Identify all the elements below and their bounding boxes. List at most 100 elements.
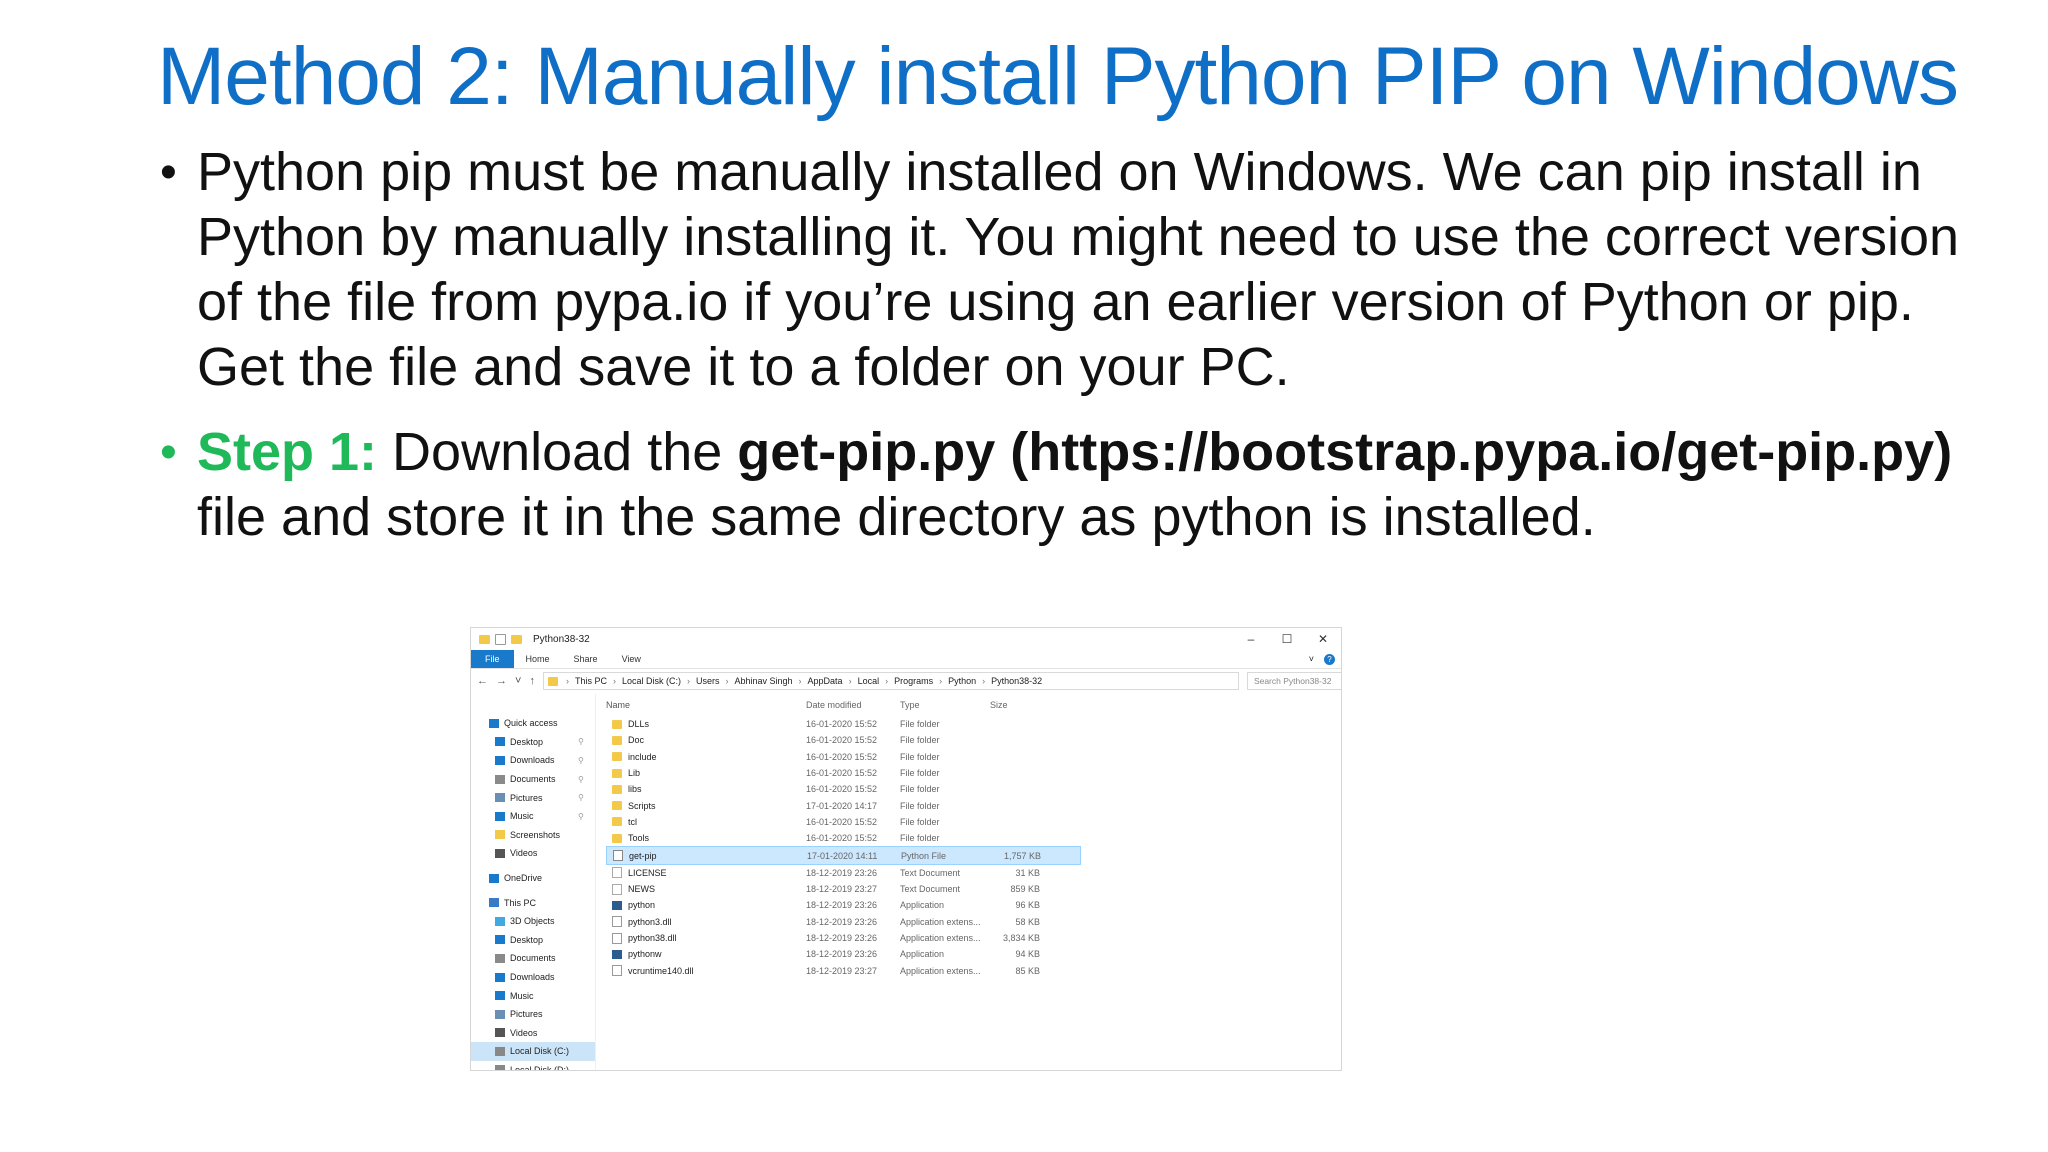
column-headers: Name Date modified Type Size [606, 694, 1341, 716]
breadcrumb-separator[interactable]: › [613, 676, 616, 686]
nav-item[interactable]: Screenshots [471, 826, 595, 845]
file-row[interactable]: DLLs 16-01-2020 15:52 File folder [606, 716, 1341, 732]
nav-icon [489, 718, 499, 728]
minimize-button[interactable]: – [1233, 632, 1269, 646]
nav-item[interactable]: Pictures ⚲ [471, 788, 595, 807]
address-bar[interactable]: › This PC › Local Disk (C:) › Users › Abhinav S… [542, 672, 1239, 690]
column-date-modified[interactable]: Date modified [806, 700, 900, 710]
nav-item-label: Downloads [510, 972, 555, 983]
file-row[interactable]: python38.dll 18-12-2019 23:26 Application … [606, 930, 1341, 946]
file-row[interactable]: get-pip 17-01-2020 14:11 Python File 1,757 … [606, 846, 1081, 865]
file-row[interactable]: tcl 16-01-2020 15:52 File folder [606, 814, 1341, 830]
file-row[interactable]: NEWS 18-12-2019 23:27 Text Document 859 KB [606, 881, 1341, 897]
nav-icon [495, 1009, 505, 1019]
breadcrumb-separator[interactable]: › [982, 676, 985, 686]
tab-share[interactable]: Share [562, 650, 610, 668]
file-row[interactable]: include 16-01-2020 15:52 File folder [606, 749, 1341, 765]
expand-ribbon-icon[interactable]: ˅ [1309, 654, 1314, 664]
column-type[interactable]: Type [900, 700, 990, 710]
file-row[interactable]: Lib 16-01-2020 15:52 File folder [606, 765, 1341, 781]
help-icon[interactable]: ? [1324, 653, 1335, 665]
nav-item[interactable]: Local Disk (C:) [471, 1042, 595, 1061]
properties-icon[interactable] [495, 633, 506, 645]
breadcrumb-separator[interactable]: › [687, 676, 690, 686]
file-row[interactable]: pythonw 18-12-2019 23:26 Application 94 KB [606, 946, 1341, 962]
recent-locations-button[interactable]: ˅ [515, 675, 521, 687]
file-size: 3,834 KB [1002, 933, 1040, 943]
breadcrumb-item[interactable]: This PC [575, 676, 607, 686]
file-type: Text Document [900, 867, 961, 878]
file-row[interactable]: python3.dll 18-12-2019 23:26 Application e… [606, 914, 1341, 930]
nav-item[interactable]: Videos [471, 1024, 595, 1043]
file-name-cell: include [606, 752, 806, 762]
nav-item[interactable]: Videos [471, 844, 595, 863]
breadcrumb-item[interactable]: Local [858, 676, 880, 686]
nav-item[interactable]: Music [471, 986, 595, 1005]
nav-item[interactable]: Documents [471, 949, 595, 968]
breadcrumb-separator[interactable]: › [939, 676, 942, 686]
nav-item[interactable]: Downloads [471, 968, 595, 987]
nav-item[interactable]: Downloads ⚲ [471, 751, 595, 770]
up-button[interactable]: ↑ [529, 675, 535, 687]
file-type: File folder [900, 735, 940, 746]
new-folder-icon[interactable] [511, 634, 522, 644]
breadcrumb-item[interactable]: Python38-32 [991, 676, 1042, 686]
file-row[interactable]: Tools 16-01-2020 15:52 File folder [606, 830, 1341, 846]
breadcrumb-separator[interactable]: › [725, 676, 728, 686]
breadcrumb-item[interactable]: Local Disk (C:) [622, 676, 681, 686]
folder-icon [612, 784, 622, 794]
folder-icon [612, 735, 622, 745]
breadcrumb-separator[interactable]: › [799, 676, 802, 686]
breadcrumb-item[interactable]: Users [696, 676, 720, 686]
search-input[interactable]: Search Python38-32 [1246, 672, 1341, 690]
file-name: DLLs [628, 719, 650, 730]
maximize-button[interactable]: ☐ [1269, 632, 1305, 646]
nav-icon [495, 972, 505, 982]
pin-icon: ⚲ [578, 793, 584, 803]
breadcrumb-item[interactable]: Python [948, 676, 976, 686]
column-size[interactable]: Size [990, 700, 1040, 710]
nav-item[interactable]: This PC [471, 893, 595, 912]
nav-item[interactable]: OneDrive [471, 869, 595, 888]
nav-item[interactable]: Local Disk (D:) [471, 1061, 595, 1070]
file-row[interactable]: Doc 16-01-2020 15:52 File folder [606, 732, 1341, 748]
nav-item[interactable]: Pictures [471, 1005, 595, 1024]
file-row[interactable]: Scripts 17-01-2020 14:17 File folder [606, 797, 1341, 813]
close-button[interactable]: ✕ [1305, 632, 1341, 646]
file-row[interactable]: vcruntime140.dll 18-12-2019 23:27 Applicat… [606, 962, 1341, 978]
folder-icon [612, 719, 622, 729]
nav-item[interactable]: Documents ⚲ [471, 770, 595, 789]
nav-icon [489, 873, 499, 883]
tab-home[interactable]: Home [514, 650, 562, 668]
file-row[interactable]: python 18-12-2019 23:26 Application 96 KB [606, 897, 1341, 913]
nav-item[interactable]: Quick access [471, 714, 595, 733]
tab-view[interactable]: View [610, 650, 653, 668]
file-name: python3.dll [628, 916, 672, 927]
window-title: Python38-32 [533, 633, 590, 645]
get-pip-link[interactable]: get-pip.py (https://bootstrap.pypa.io/ge… [737, 422, 1952, 482]
nav-item[interactable]: Desktop [471, 931, 595, 950]
file-row[interactable]: libs 16-01-2020 15:52 File folder [606, 781, 1341, 797]
nav-item[interactable]: Desktop ⚲ [471, 733, 595, 752]
back-button[interactable]: ← [477, 675, 488, 687]
breadcrumb-item[interactable]: AppData [808, 676, 843, 686]
breadcrumb-separator[interactable]: › [566, 676, 569, 686]
nav-item[interactable]: Music ⚲ [471, 807, 595, 826]
pin-icon: ⚲ [578, 737, 584, 747]
breadcrumb-separator[interactable]: › [849, 676, 852, 686]
forward-button[interactable]: → [496, 675, 507, 687]
nav-item[interactable]: 3D Objects [471, 912, 595, 931]
file-name-cell: vcruntime140.dll [606, 965, 806, 977]
explorer-body: Quick access Desktop ⚲ Downloads ⚲ Documents ⚲… [471, 694, 1341, 1070]
file-size: 31 KB [1015, 867, 1040, 878]
file-type: Text Document [900, 884, 961, 895]
file-row[interactable]: LICENSE 18-12-2019 23:26 Text Document 31 K… [606, 865, 1341, 881]
breadcrumb-separator[interactable]: › [885, 676, 888, 686]
breadcrumb-item[interactable]: Programs [894, 676, 933, 686]
ribbon-tabs: File Home Share View ˅ ? [471, 650, 1341, 669]
tab-file[interactable]: File [471, 650, 514, 668]
file-date: 18-12-2019 23:27 [806, 884, 878, 895]
column-name[interactable]: Name [606, 700, 806, 710]
breadcrumb-item[interactable]: Abhinav Singh [734, 676, 792, 686]
bullet-intro-text: Python pip must be manually installed on… [197, 142, 1960, 397]
